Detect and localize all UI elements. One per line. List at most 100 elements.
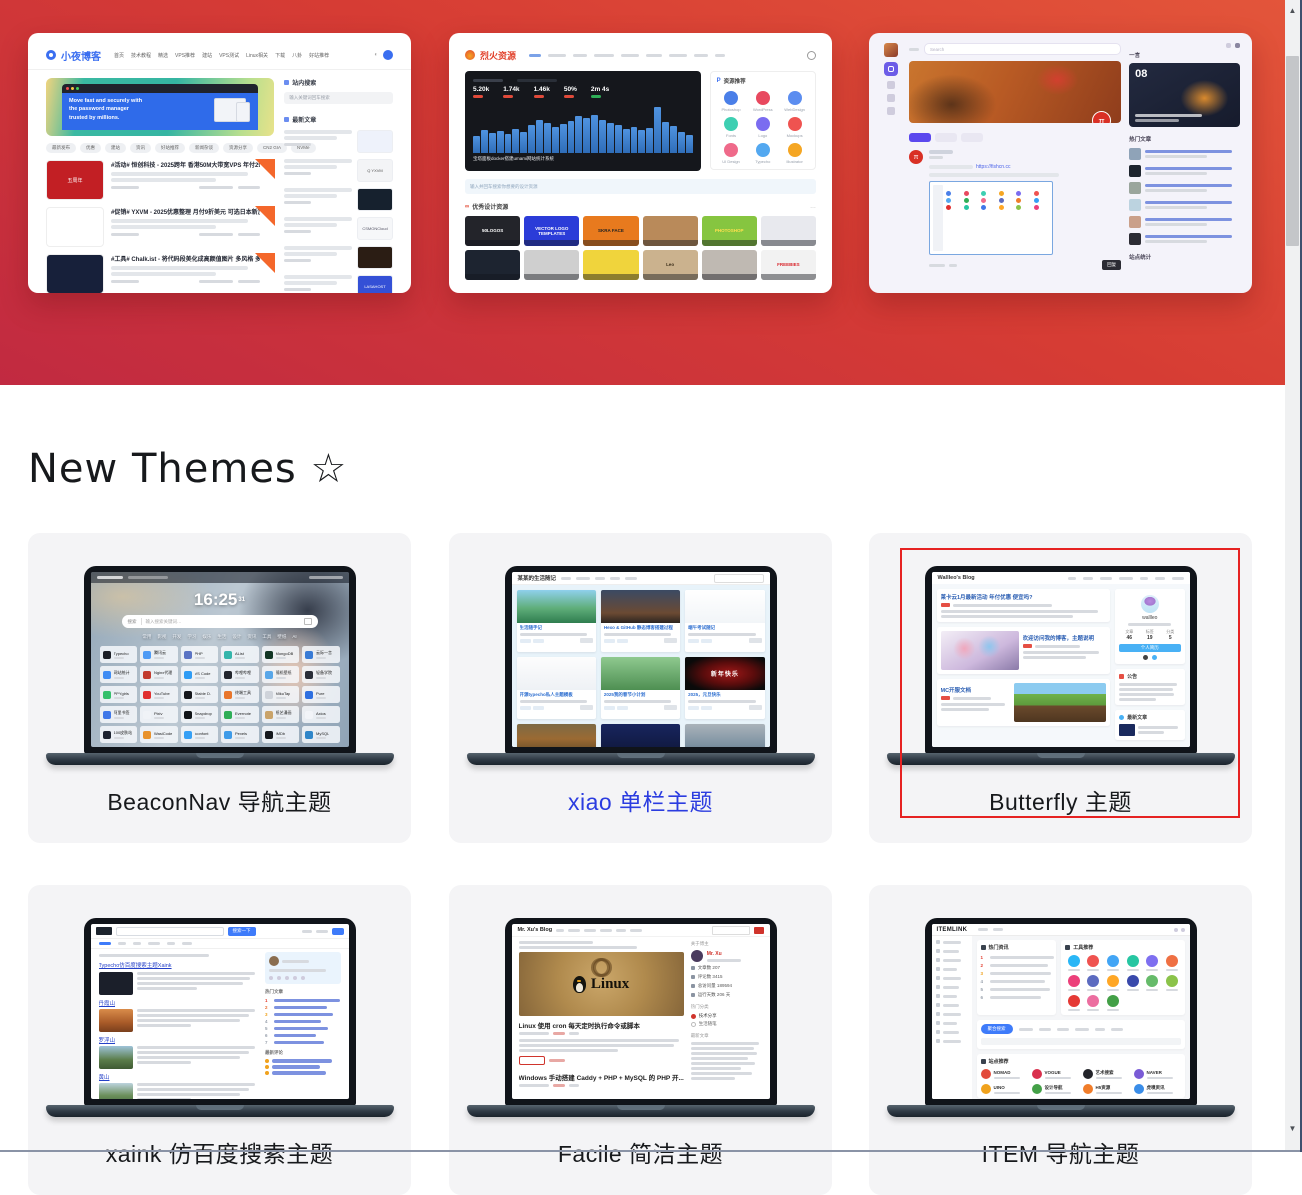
search-engine-pill: 聚合搜索 xyxy=(981,1024,1013,1034)
hero-banner-section: 小夜博客 首页技术教程精选VPS推荐建站VPS测试Linux相关下载八卦好站推荐… xyxy=(0,0,1285,385)
article-title: Hexo & GitHub 静态博客搭建过程 xyxy=(604,625,677,631)
result-thumbnail xyxy=(99,972,133,995)
app-item: UI Design xyxy=(717,143,746,164)
xiao-search-input xyxy=(714,574,764,583)
facile-search-button xyxy=(754,927,764,934)
xaink-screenshot: 搜索一下 Typecho仿百度搜索主题Xaink xyxy=(91,924,349,1099)
site-item: 设计导航 xyxy=(1032,1084,1079,1094)
site-favicon xyxy=(184,691,192,699)
app-label: WordPress xyxy=(753,107,773,112)
embedded-screenshot xyxy=(929,181,1053,255)
resource-thumb-grid: 50LOGOSVECTOR LOGO TEMPLATESSKRA FACEPHO… xyxy=(465,216,816,280)
tool-item xyxy=(1085,955,1102,971)
app-circle-icon xyxy=(788,117,802,131)
resource-thumbnail: Leo xyxy=(643,250,698,280)
forum-tab-active xyxy=(909,133,931,142)
theme-name-facile[interactable]: Facile 简洁主题 xyxy=(449,1135,832,1169)
latest-post-item: CSMONCloud xyxy=(284,217,393,240)
site-favicon xyxy=(184,651,192,659)
theme-name-butterfly[interactable]: Butterfly 主题 xyxy=(869,783,1252,817)
topic-thumbnail xyxy=(1129,216,1141,228)
link-card: 100皮肤站 xyxy=(100,726,138,743)
latest-thumb xyxy=(1119,724,1135,736)
app-circle-icon xyxy=(788,143,802,157)
theme-name-beaconnav[interactable]: BeaconNav 导航主题 xyxy=(28,783,411,817)
laptop-base xyxy=(467,753,815,765)
chart-bar xyxy=(528,125,535,153)
panel-title: 资源推荐 xyxy=(724,77,746,85)
theme-name-xiao[interactable]: xiao 单栏主题 xyxy=(449,783,832,817)
hero-screenshot-resources[interactable]: 烈火资源 5.20k xyxy=(449,33,832,293)
topic-thumbnail xyxy=(1129,165,1141,177)
page-scrollbar[interactable]: ▲ ▼ xyxy=(1285,0,1300,1150)
tools-card: 工具推荐 xyxy=(1061,940,1184,1015)
scroll-up-button[interactable]: ▲ xyxy=(1285,2,1300,18)
theme-card-xiao[interactable]: 某某的生活随记 生活随手记 xyxy=(449,533,832,843)
site-favicon xyxy=(305,691,313,699)
site-circle-icon xyxy=(1032,1069,1042,1079)
theme-card-xaink[interactable]: 搜索一下 Typecho仿百度搜索主题Xaink xyxy=(28,885,411,1195)
app-circle-icon xyxy=(724,91,738,105)
beacon-tab: 影视 xyxy=(157,634,166,640)
link-card: YouTube xyxy=(140,686,178,703)
sidebar-latest-list: Q YXVM CSMONCloud xyxy=(284,130,393,293)
link-card: 腾讯云 xyxy=(140,646,178,663)
app-item: Fonts xyxy=(717,117,746,138)
latest-post-thumbnail: CSMONCloud xyxy=(357,217,393,240)
beacon-link-grid: Typecho 腾讯云 PHP xyxy=(100,646,340,743)
site-favicon xyxy=(143,731,151,739)
hot-articles-title: 热门文章 xyxy=(265,989,340,995)
beacon-tabs: 常用影视开发学习娱乐生活设计资讯工具壁纸AI xyxy=(91,634,349,640)
hot-news-title: 热门资讯 xyxy=(981,944,1053,951)
analytics-panel: 5.20k 1.74k 1.46k xyxy=(465,71,701,171)
promo-ribbon xyxy=(255,206,275,226)
blog-nav-item: Linux相关 xyxy=(246,52,268,59)
scroll-down-button[interactable]: ▼ xyxy=(1285,1120,1300,1136)
tux-penguin-icon xyxy=(573,976,586,993)
tool-circle-icon xyxy=(1166,955,1178,967)
facile-site-title: Mr. Xu's Blog xyxy=(518,927,553,933)
site-favicon xyxy=(143,651,151,659)
tool-item xyxy=(1065,995,1082,1011)
xaink-logo xyxy=(96,927,112,935)
site-favicon xyxy=(103,711,111,719)
laptop-screen: Wallleo's Blog 莱卡云1月最新活动 年付优惠 便宜吗? xyxy=(925,566,1197,754)
theme-card-beaconnav[interactable]: 16:2531 搜索 输入搜索关键词… 常用影视开发学习娱乐生活设计资讯工具壁纸… xyxy=(28,533,411,843)
stat-badge xyxy=(591,95,601,98)
theme-name-item[interactable]: ITEM 导航主题 xyxy=(869,1135,1252,1169)
scroll-thumb[interactable] xyxy=(1286,56,1299,246)
result-thumbnail xyxy=(99,1009,133,1032)
theme-card-butterfly[interactable]: Wallleo's Blog 莱卡云1月最新活动 年付优惠 便宜吗? xyxy=(869,533,1252,843)
resource-thumbnail: PHOTOSHOP xyxy=(702,216,757,246)
facile-stats: 文章数 207评论数 3415总访问量 189594运行天数 206 天 xyxy=(691,965,763,998)
theme-card-facile[interactable]: Mr. Xu's Blog Linux Linux 使用 cron 每天定时执行… xyxy=(449,885,832,1195)
result-thumbnail xyxy=(99,1083,133,1099)
forum-main-column: Search π π https://fishcn.cc xyxy=(909,43,1121,270)
forum-sidebar: 一言 08 热门文章 xyxy=(1129,43,1240,261)
facile-screenshot: Mr. Xu's Blog Linux Linux 使用 cron 每天定时执行… xyxy=(512,924,770,1099)
site-item: 虎嗅资讯 xyxy=(1134,1084,1181,1094)
tool-circle-icon xyxy=(1107,995,1119,1007)
app-item: Illustrator xyxy=(780,143,809,164)
site-item: NAVER xyxy=(1134,1069,1181,1079)
xaink-topbar: 搜索一下 xyxy=(91,924,349,939)
theme-card-item[interactable]: ITEMLINK xyxy=(869,885,1252,1195)
chart-bar xyxy=(631,127,638,153)
app-circle-icon xyxy=(756,91,770,105)
hero-screenshot-forum[interactable]: Search π π https://fishcn.cc xyxy=(869,33,1252,293)
link-card: Pexels xyxy=(221,726,259,743)
theme-name-xaink[interactable]: xaink 仿百度搜索主题 xyxy=(28,1135,411,1169)
article-title: 2025我的春节小计划 xyxy=(604,692,677,698)
app-item: WebDesign xyxy=(780,91,809,112)
blog-nav-item: 技术教程 xyxy=(131,52,151,59)
beacon-clock: 16:2531 xyxy=(91,590,349,610)
hero-screenshot-blog[interactable]: 小夜博客 首页技术教程精选VPS推荐建站VPS测试Linux相关下载八卦好站推荐… xyxy=(28,33,411,293)
post-title: Linux 使用 cron 每天定时执行命令或脚本 xyxy=(519,1020,684,1030)
post-title: Windows 手动搭建 Caddy + PHP + MySQL 的 PHP 开… xyxy=(519,1072,684,1082)
latest-post-item: Q YXVM xyxy=(284,159,393,182)
resource-thumbnail xyxy=(702,250,757,280)
blog-main-column: Move fast and securely with the password… xyxy=(46,78,274,293)
blog-nav-item: VPS推荐 xyxy=(175,52,195,59)
chart-bar xyxy=(536,120,543,153)
beaconnav-screenshot: 16:2531 搜索 输入搜索关键词… 常用影视开发学习娱乐生活设计资讯工具壁纸… xyxy=(91,572,349,747)
